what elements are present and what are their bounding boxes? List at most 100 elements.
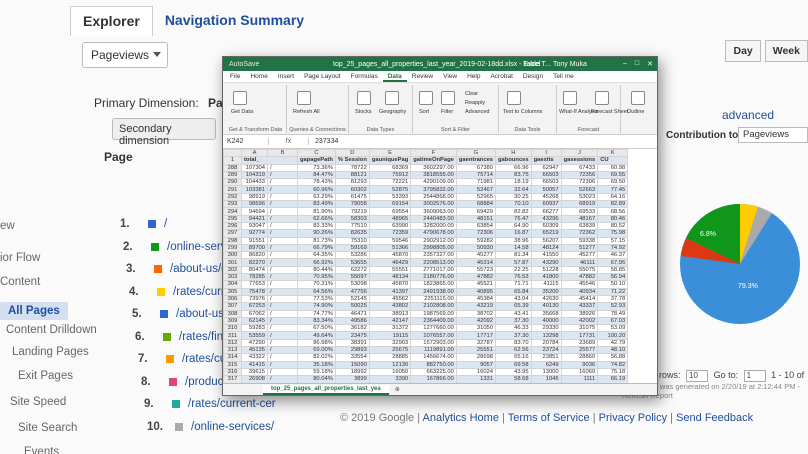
- table-cell[interactable]: 62272: [334, 265, 370, 275]
- table-cell[interactable]: 40000: [530, 316, 562, 326]
- table-cell[interactable]: 1331: [455, 375, 497, 384]
- table-cell[interactable]: 76.47: [495, 214, 532, 223]
- table-cell[interactable]: 26908: [241, 375, 268, 384]
- geography-icon[interactable]: [385, 91, 399, 105]
- table-cell[interactable]: 12130: [368, 360, 412, 369]
- sidebar-item[interactable]: Content: [0, 276, 40, 288]
- table-cell[interactable]: 68919: [560, 200, 599, 209]
- table-cell[interactable]: 62.66%: [297, 214, 336, 223]
- table-cell[interactable]: 75478: [241, 287, 268, 296]
- table-cell[interactable]: 82635: [334, 229, 370, 238]
- column-letter[interactable]: H: [495, 149, 532, 158]
- table-cell[interactable]: 104433: [241, 178, 268, 187]
- sidebar-item[interactable]: Exit Pages: [18, 370, 73, 382]
- table-cell[interactable]: 50930: [455, 243, 497, 253]
- row-header[interactable]: 306: [223, 294, 242, 304]
- select-all-corner[interactable]: [223, 149, 242, 158]
- table-cell[interactable]: 32903: [368, 338, 412, 348]
- table-cell[interactable]: 38391: [334, 338, 370, 348]
- table-cell[interactable]: 25675: [368, 345, 412, 355]
- table-cell[interactable]: 1572903.00: [410, 338, 457, 348]
- table-cell[interactable]: /: [267, 243, 298, 253]
- table-cell[interactable]: 41415: [241, 360, 268, 369]
- sidebar-item[interactable]: Content Drilldown: [6, 324, 97, 336]
- table-cell[interactable]: 48124: [530, 243, 562, 253]
- table-cell[interactable]: 47882: [560, 273, 599, 282]
- row-header[interactable]: 293: [223, 200, 242, 209]
- table-cell[interactable]: 53.09: [597, 324, 629, 333]
- table-cell[interactable]: 3795832.00: [410, 185, 457, 194]
- table-cell[interactable]: 2440483.00: [410, 214, 457, 223]
- table-cell[interactable]: 88121: [334, 170, 370, 180]
- ribbon-tab[interactable]: Page Layout: [299, 71, 346, 82]
- table-cell[interactable]: /: [267, 338, 298, 348]
- table-cell[interactable]: 3602297.00: [410, 163, 457, 172]
- table-cell[interactable]: 71.22: [597, 287, 629, 296]
- table-cell[interactable]: 107304: [241, 163, 268, 172]
- table-cell[interactable]: 48134: [368, 273, 412, 282]
- table-cell[interactable]: 63854: [455, 221, 497, 231]
- table-cell[interactable]: 15090: [334, 360, 370, 369]
- name-box[interactable]: K242: [223, 138, 269, 145]
- table-cell[interactable]: 83.75: [495, 170, 532, 180]
- table-cell[interactable]: 45546: [560, 280, 599, 289]
- table-cell[interactable]: 2544868.00: [410, 192, 457, 202]
- row-header[interactable]: 310: [223, 324, 242, 333]
- table-cell[interactable]: /: [267, 200, 298, 209]
- table-cell[interactable]: 75.18: [597, 367, 629, 377]
- table-cell[interactable]: 45268: [530, 192, 562, 202]
- table-cell[interactable]: 48151: [455, 214, 497, 223]
- table-cell[interactable]: 42147: [368, 316, 412, 326]
- table-cell[interactable]: 80.46: [597, 214, 629, 223]
- table-cell[interactable]: 67380: [455, 163, 497, 172]
- table-cell[interactable]: 37.30: [495, 316, 532, 326]
- table-cell[interactable]: 60.98: [597, 163, 629, 172]
- table-cell[interactable]: 71981: [455, 178, 497, 187]
- row-header[interactable]: 316: [223, 367, 242, 377]
- goto-input[interactable]: 1: [743, 370, 766, 382]
- table-cell[interactable]: 83.33%: [297, 221, 336, 231]
- table-cell[interactable]: 47290: [241, 338, 268, 348]
- table-cell[interactable]: 74.90%: [297, 302, 336, 311]
- table-cell[interactable]: 72359: [368, 229, 412, 238]
- table-cell[interactable]: 48965: [368, 214, 412, 223]
- ribbon-tab[interactable]: Home: [245, 71, 272, 82]
- column-letter[interactable]: B: [267, 149, 298, 158]
- table-cell[interactable]: 53023: [560, 192, 599, 202]
- table-cell[interactable]: 32787: [455, 338, 497, 348]
- table-cell[interactable]: 3899: [334, 375, 370, 384]
- table-cell[interactable]: 55075: [560, 265, 599, 275]
- sidebar-item[interactable]: Site Search: [18, 422, 77, 434]
- table-cell[interactable]: 64.90: [495, 221, 532, 231]
- table-cell[interactable]: 73.36%: [297, 163, 336, 172]
- table-cell[interactable]: 46.33: [495, 324, 532, 333]
- row-header[interactable]: 301: [223, 258, 242, 267]
- table-cell[interactable]: 35668: [530, 309, 562, 318]
- footer-link-feedback[interactable]: Send Feedback: [676, 412, 753, 424]
- table-cell[interactable]: 77510: [334, 221, 370, 231]
- table-cell[interactable]: 92774: [241, 229, 268, 238]
- table-cell[interactable]: 29893: [334, 345, 370, 355]
- table-cell[interactable]: 66503: [530, 170, 562, 180]
- table-cell[interactable]: 58303: [334, 214, 370, 223]
- table-cell[interactable]: 16024: [455, 367, 497, 377]
- minimize-icon[interactable]: –: [623, 60, 627, 68]
- table-cell[interactable]: 43.04: [495, 294, 532, 304]
- table-cell[interactable]: 63990: [368, 221, 412, 231]
- table-cell[interactable]: 61475: [334, 192, 370, 202]
- table-cell[interactable]: 98919: [241, 192, 268, 202]
- header-cell[interactable]: gabounces: [495, 156, 532, 165]
- table-cell[interactable]: 52965: [455, 192, 497, 202]
- sort-icon[interactable]: [419, 91, 433, 105]
- table-cell[interactable]: /: [267, 236, 298, 245]
- table-cell[interactable]: 45277: [455, 251, 497, 260]
- table-cell[interactable]: 22.25: [495, 265, 532, 275]
- row-header[interactable]: 290: [223, 178, 242, 187]
- table-cell[interactable]: 78.49: [597, 309, 629, 318]
- table-cell[interactable]: /: [267, 280, 298, 289]
- table-cell[interactable]: 59169: [334, 243, 370, 253]
- refresh-icon[interactable]: [297, 91, 311, 105]
- table-cell[interactable]: 82.89: [597, 200, 629, 209]
- table-cell[interactable]: 64.16: [597, 192, 629, 202]
- table-cell[interactable]: 36182: [334, 324, 370, 333]
